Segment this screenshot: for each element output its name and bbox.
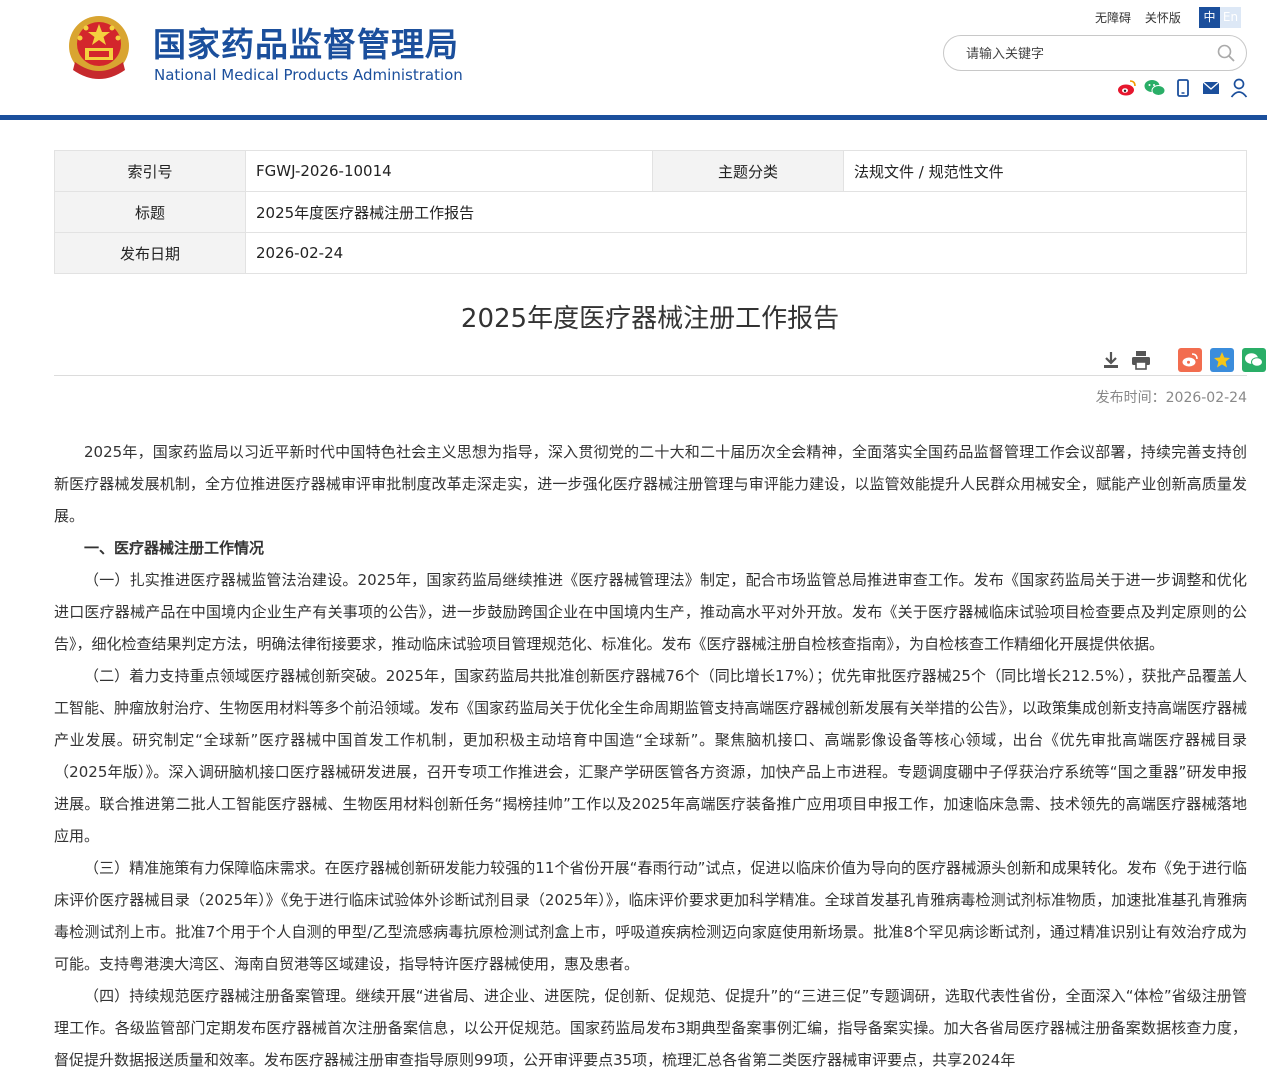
category-label: 主题分类: [652, 150, 844, 192]
site-title-cn[interactable]: 国家药品监督管理局: [153, 18, 459, 66]
lang-chinese[interactable]: 中: [1199, 7, 1220, 28]
article-title: 2025年度医疗器械注册工作报告: [460, 304, 840, 334]
share-weibo-icon[interactable]: [1178, 348, 1202, 372]
mobile-icon[interactable]: [1172, 78, 1194, 98]
publish-time: 发布时间：2026-02-24: [1095, 390, 1247, 406]
elder-mode-link[interactable]: 关怀版: [1145, 11, 1181, 25]
paragraph-1: （一）扎实推进医疗器械监管法治建设。2025年，国家药监局继续推进《医疗器械管理…: [54, 571, 1247, 653]
table-row: 索引号 FGWJ-2026-10014 主题分类 法规文件 / 规范性文件: [54, 150, 1247, 192]
date-label: 发布日期: [54, 232, 246, 274]
title-value: 2025年度医疗器械注册工作报告: [245, 191, 1247, 233]
paragraph-intro: 2025年，国家药监局以习近平新时代中国特色社会主义思想为指导，深入贯彻党的二十…: [54, 443, 1247, 525]
site-header: 国家药品监督管理局 National Medical Products Admi…: [0, 0, 1267, 116]
search-icon[interactable]: [1216, 43, 1236, 63]
mail-icon[interactable]: [1200, 78, 1222, 98]
share-wechat-icon[interactable]: [1242, 348, 1266, 372]
table-row: 标题 2025年度医疗器械注册工作报告: [54, 191, 1247, 233]
accessibility-link[interactable]: 无障碍: [1095, 11, 1131, 25]
paragraph-2: （二）着力支持重点领域医疗器械创新突破。2025年，国家药监局共批准创新医疗器械…: [54, 667, 1247, 845]
article-body: 2025年，国家药监局以习近平新时代中国特色社会主义思想为指导，深入贯彻党的二十…: [54, 436, 1247, 1076]
search-bar: [943, 35, 1247, 71]
table-row: 发布日期 2026-02-24: [54, 232, 1247, 274]
favorite-icon[interactable]: [1210, 348, 1234, 372]
utility-links: 无障碍 关怀版: [1095, 9, 1191, 26]
search-input[interactable]: [964, 42, 1208, 66]
category-value: 法规文件 / 规范性文件: [843, 150, 1247, 192]
index-value: FGWJ-2026-10014: [245, 150, 653, 192]
national-emblem-logo[interactable]: [65, 12, 133, 84]
index-label: 索引号: [54, 150, 246, 192]
paragraph-3: （三）精准施策有力保障临床需求。在医疗器械创新研发能力较强的11个省份开展“春雨…: [54, 859, 1247, 973]
article-toolbar: [1100, 348, 1266, 372]
section-heading: 一、医疗器械注册工作情况: [84, 539, 265, 557]
social-links: [1116, 78, 1250, 98]
document-info-table: 索引号 FGWJ-2026-10014 主题分类 法规文件 / 规范性文件 标题…: [54, 150, 1247, 274]
title-divider: [54, 375, 1247, 376]
download-icon[interactable]: [1100, 349, 1122, 371]
site-title-en[interactable]: National Medical Products Administration: [154, 66, 463, 84]
title-label: 标题: [54, 191, 246, 233]
language-switch: 中 En: [1199, 7, 1241, 28]
print-icon[interactable]: [1130, 349, 1152, 371]
user-icon[interactable]: [1228, 78, 1250, 98]
wechat-icon[interactable]: [1144, 78, 1166, 98]
header-divider: [0, 115, 1267, 120]
lang-english[interactable]: En: [1220, 7, 1241, 28]
weibo-icon[interactable]: [1116, 78, 1138, 98]
date-value: 2026-02-24: [245, 232, 1247, 274]
paragraph-4: （四）持续规范医疗器械注册备案管理。继续开展“进省局、进企业、进医院，促创新、促…: [54, 987, 1247, 1069]
